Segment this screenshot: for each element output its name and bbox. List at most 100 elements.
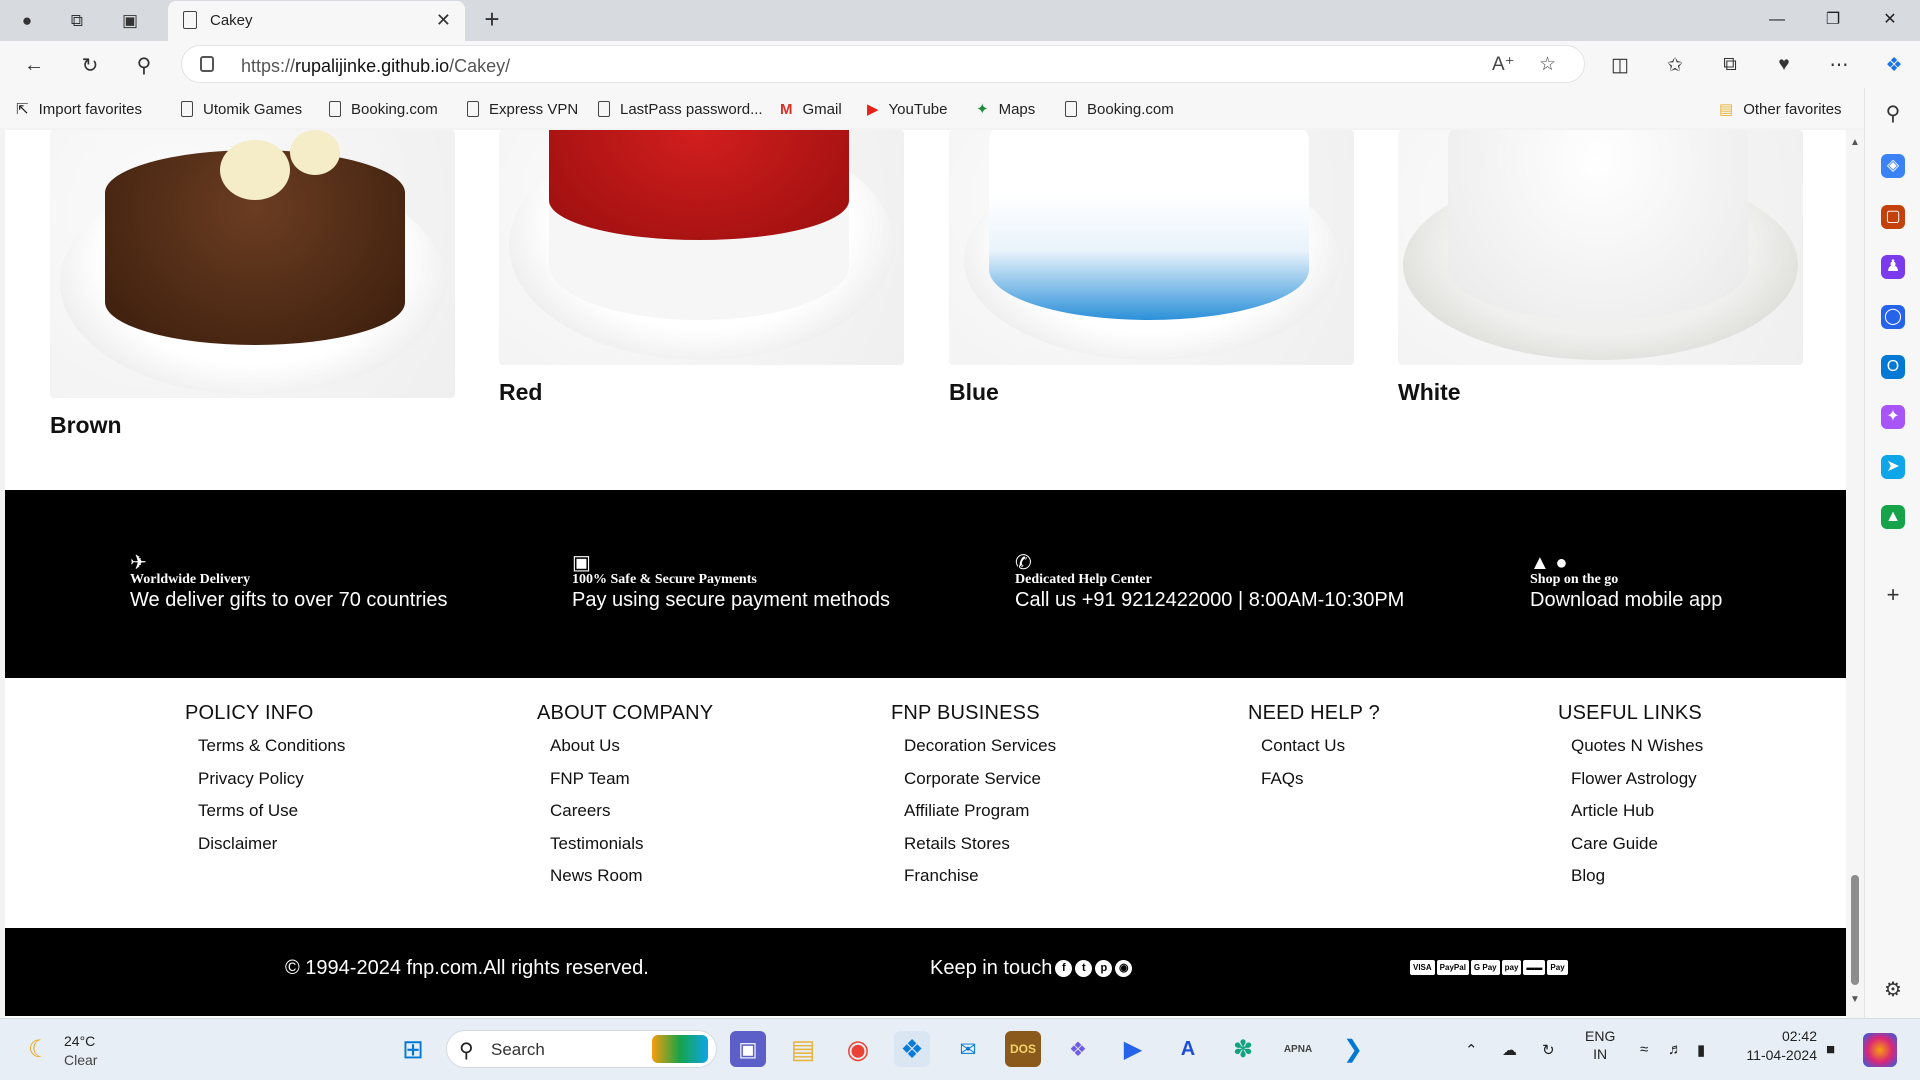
browser-essentials-icon[interactable]: ♥ [1768, 51, 1800, 79]
sync-icon[interactable]: ↻ [1542, 1041, 1555, 1059]
footer-link[interactable]: Care Guide [1571, 834, 1703, 867]
cake-card-brown[interactable]: Brown [50, 130, 455, 439]
footer-link[interactable]: Retails Stores [904, 834, 1056, 867]
battery-icon[interactable]: ▮ [1697, 1041, 1705, 1059]
settings-gear-icon[interactable]: ⚙ [1881, 978, 1905, 1002]
instagram-icon[interactable]: ◉ [1115, 960, 1133, 977]
favorite-booking[interactable]: Booking.com [329, 98, 438, 120]
more-icon[interactable]: ⋯ [1823, 51, 1855, 79]
outlook-icon[interactable]: O [1881, 355, 1905, 379]
collections-icon[interactable]: ⧉ [1714, 51, 1746, 79]
cake-card-red[interactable]: Red [499, 130, 904, 406]
workspaces-icon[interactable]: ⧉ [62, 6, 92, 36]
footer-link[interactable]: Blog [1571, 866, 1703, 899]
favorite-lastpass[interactable]: LastPass password... [598, 98, 763, 120]
taskbar-search[interactable]: ⚲ Search [446, 1030, 717, 1068]
tab-actions-icon[interactable]: ▣ [115, 6, 145, 36]
footer-link[interactable]: News Room [550, 866, 713, 899]
read-aloud-icon[interactable]: A⁺ [1492, 53, 1515, 76]
wifi-icon[interactable]: ≈ [1640, 1041, 1648, 1058]
copilot-pre-icon[interactable] [1863, 1033, 1897, 1067]
footer-link[interactable]: Decoration Services [904, 736, 1056, 769]
cake-image-blue[interactable] [949, 130, 1354, 365]
media-player-icon[interactable]: ▶ [1115, 1031, 1151, 1067]
cake-image-white[interactable] [1398, 130, 1803, 365]
windows-start-icon[interactable]: ⊞ [395, 1031, 431, 1067]
footer-link[interactable]: Terms & Conditions [198, 736, 345, 769]
favorite-booking-2[interactable]: Booking.com [1065, 98, 1174, 120]
footer-link[interactable]: Privacy Policy [198, 769, 345, 802]
tab-cakey[interactable]: Cakey ✕ [168, 1, 465, 41]
search-icon[interactable]: ⚲ [128, 49, 160, 81]
favorites-icon[interactable]: ✩ [1659, 51, 1691, 79]
footer-link[interactable]: Careers [550, 801, 713, 834]
language-indicator[interactable]: ENG IN [1585, 1027, 1615, 1063]
apna-icon[interactable]: APNA [1280, 1031, 1316, 1067]
mail-icon[interactable]: ✉ [950, 1031, 986, 1067]
footer-link[interactable]: Corporate Service [904, 769, 1056, 802]
scroll-down-icon[interactable]: ▼ [1850, 994, 1860, 1005]
meet-icon[interactable]: ▣ [730, 1031, 766, 1067]
cloud-offline-icon[interactable]: ☁ [1502, 1041, 1517, 1059]
minimize-icon[interactable]: — [1757, 6, 1797, 34]
favorite-import[interactable]: ⇱ Import favorites [16, 98, 142, 120]
footer-link[interactable]: Testimonials [550, 834, 713, 867]
footer-link[interactable]: Disclaimer [198, 834, 345, 867]
facebook-icon[interactable]: f [1055, 960, 1073, 977]
edge-icon[interactable]: ❖ [894, 1031, 930, 1067]
favorite-maps[interactable]: ✦ Maps [976, 98, 1035, 120]
tools-icon[interactable]: ▢ [1881, 205, 1905, 229]
file-explorer-icon[interactable]: ▤ [785, 1031, 821, 1067]
close-window-icon[interactable]: ✕ [1870, 6, 1910, 34]
footer-link[interactable]: Terms of Use [198, 801, 345, 834]
send-icon[interactable]: ➤ [1881, 455, 1905, 479]
new-tab-icon[interactable]: + [477, 4, 507, 35]
footer-link[interactable]: Quotes N Wishes [1571, 736, 1703, 769]
favorite-other-folder[interactable]: ▤ Other favorites [1719, 98, 1842, 120]
copilot-icon[interactable]: ❖ [1878, 51, 1910, 79]
notification-bell-icon[interactable]: ■ [1826, 1041, 1835, 1058]
footer-link[interactable]: About Us [550, 736, 713, 769]
volume-icon[interactable]: ♬ [1668, 1041, 1683, 1058]
twitter-icon[interactable]: t [1075, 960, 1093, 977]
favorite-gmail[interactable]: M Gmail [780, 98, 842, 120]
cake-card-white[interactable]: White [1398, 130, 1803, 406]
cake-card-blue[interactable]: Blue [949, 130, 1354, 406]
sidebar-search-icon[interactable]: ⚲ [1881, 102, 1905, 126]
favorite-expressvpn[interactable]: Express VPN [467, 98, 578, 120]
footer-link[interactable]: Affiliate Program [904, 801, 1056, 834]
pinterest-icon[interactable]: p [1095, 960, 1113, 977]
games-icon[interactable]: ♟ [1881, 255, 1905, 279]
refresh-icon[interactable]: ↻ [74, 49, 106, 81]
cake-image-brown[interactable] [50, 130, 455, 398]
favorite-star-icon[interactable]: ☆ [1539, 53, 1556, 76]
footer-link[interactable]: Article Hub [1571, 801, 1703, 834]
lock-icon[interactable] [200, 56, 214, 72]
chatgpt-icon[interactable]: ✽ [1225, 1031, 1261, 1067]
favorite-utomik[interactable]: Utomik Games [181, 98, 302, 120]
scroll-up-icon[interactable]: ▲ [1850, 137, 1860, 148]
microsoft-365-icon[interactable]: ◯ [1881, 305, 1905, 329]
footer-link[interactable]: Franchise [904, 866, 1056, 899]
footer-link[interactable]: Contact Us [1261, 736, 1380, 769]
profile-icon[interactable]: ● [12, 6, 42, 36]
scrollbar-thumb[interactable] [1851, 875, 1859, 985]
add-sidebar-app-icon[interactable]: + [1881, 583, 1905, 607]
clock[interactable]: 02:42 11-04-2024 [1735, 1027, 1817, 1065]
split-screen-icon[interactable]: ◫ [1604, 51, 1636, 79]
chevron-up-icon[interactable]: ⌃ [1465, 1041, 1478, 1059]
copilot-app-icon[interactable]: ❖ [1060, 1031, 1096, 1067]
chrome-icon[interactable]: ◉ [840, 1031, 876, 1067]
restore-icon[interactable]: ❐ [1813, 6, 1853, 34]
designer-icon[interactable]: ✦ [1881, 405, 1905, 429]
footer-link[interactable]: Flower Astrology [1571, 769, 1703, 802]
shopping-tag-icon[interactable]: ◈ [1881, 154, 1905, 178]
favorite-youtube[interactable]: ▶ YouTube [867, 98, 948, 120]
footer-link[interactable]: FAQs [1261, 769, 1380, 802]
cake-image-red[interactable] [499, 130, 904, 365]
vscode-icon[interactable]: ❯ [1335, 1031, 1371, 1067]
address-bar[interactable]: https://rupalijinke.github.io/Cakey/ A⁺ … [181, 45, 1585, 83]
tree-icon[interactable]: ▲ [1881, 505, 1905, 529]
back-icon[interactable]: ← [18, 49, 50, 81]
footer-link[interactable]: FNP Team [550, 769, 713, 802]
